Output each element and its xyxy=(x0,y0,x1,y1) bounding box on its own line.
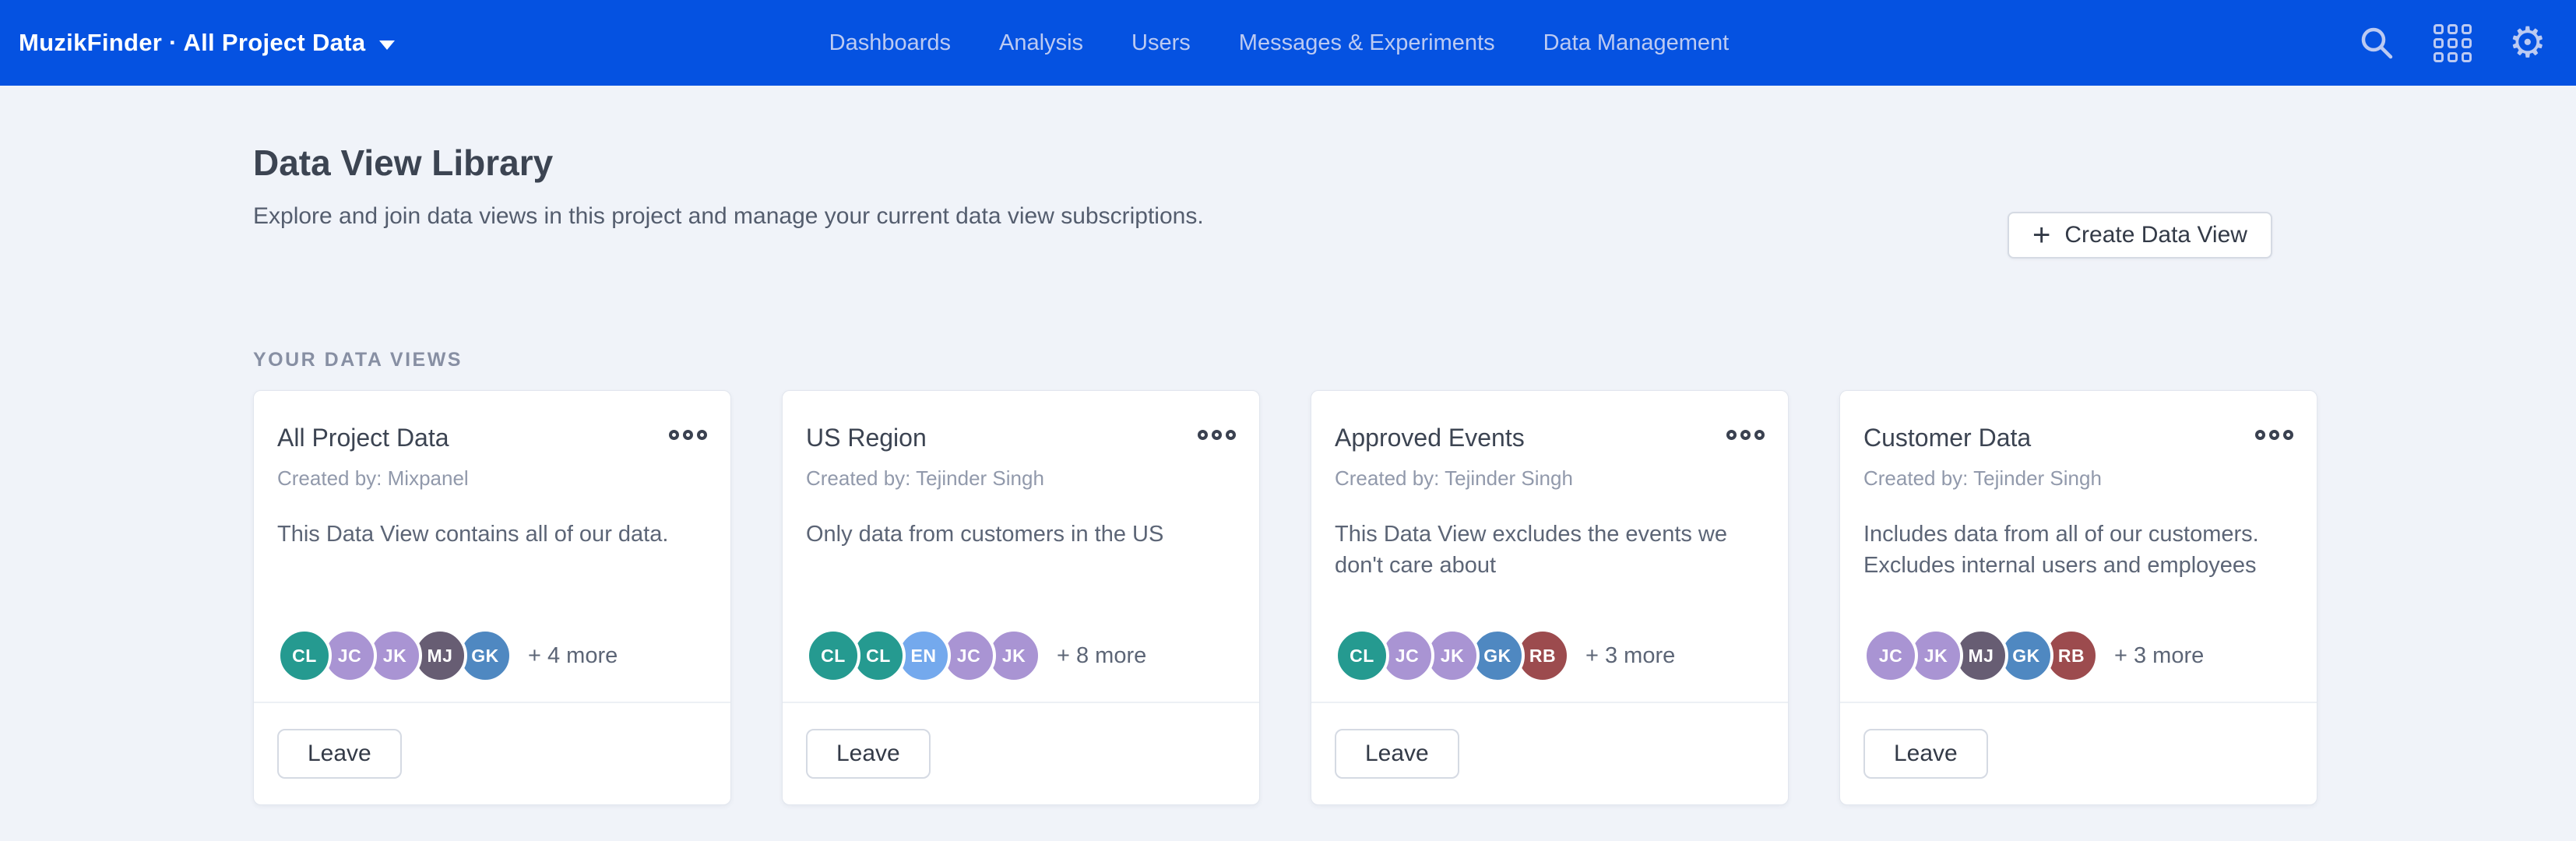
card-body: US Region Created by: Tejinder Singh Onl… xyxy=(783,391,1259,702)
top-nav-bar: MuzikFinder · All Project Data Dashboard… xyxy=(0,0,2576,86)
avatar: CL xyxy=(806,628,860,683)
card-footer: Leave xyxy=(1840,702,2317,804)
created-by-label: Created by: Mixpanel xyxy=(277,466,707,491)
nav-item-data-management[interactable]: Data Management xyxy=(1543,30,1730,56)
card-description: This Data View excludes the events we do… xyxy=(1335,519,1765,581)
card-body: All Project Data Created by: Mixpanel Th… xyxy=(254,391,730,702)
data-view-card: Customer Data Created by: Tejinder Singh… xyxy=(1839,390,2317,805)
data-view-card: All Project Data Created by: Mixpanel Th… xyxy=(253,390,731,805)
avatar: CL xyxy=(277,628,332,683)
card-description: Only data from customers in the US xyxy=(806,519,1236,550)
data-view-card: Approved Events Created by: Tejinder Sin… xyxy=(1311,390,1789,805)
card-title: All Project Data xyxy=(277,424,449,452)
more-members-label: + 8 more xyxy=(1057,643,1146,669)
more-options-icon[interactable] xyxy=(669,430,707,440)
card-title: Approved Events xyxy=(1335,424,1525,452)
nav-item-messages-experiments[interactable]: Messages & Experiments xyxy=(1239,30,1495,56)
more-members-label: + 4 more xyxy=(528,643,618,669)
more-options-icon[interactable] xyxy=(2255,430,2293,440)
leave-button[interactable]: Leave xyxy=(1335,729,1459,779)
card-description: Includes data from all of our customers.… xyxy=(1863,519,2293,581)
leave-button[interactable]: Leave xyxy=(1863,729,1988,779)
more-options-icon[interactable] xyxy=(1726,430,1765,440)
leave-button[interactable]: Leave xyxy=(806,729,931,779)
created-by-label: Created by: Tejinder Singh xyxy=(1863,466,2293,491)
avatar-row: CL CL EN JC JK + 8 more xyxy=(806,628,1146,683)
chevron-down-icon xyxy=(379,40,395,50)
nav-item-dashboards[interactable]: Dashboards xyxy=(829,30,951,56)
avatar-row: CL JC JK GK RB + 3 more xyxy=(1335,628,1675,683)
card-body: Customer Data Created by: Tejinder Singh… xyxy=(1840,391,2317,702)
data-view-card: US Region Created by: Tejinder Singh Onl… xyxy=(782,390,1260,805)
section-label-your-data-views: YOUR DATA VIEWS xyxy=(253,349,2317,371)
nav-item-users[interactable]: Users xyxy=(1131,30,1191,56)
avatar: CL xyxy=(1335,628,1389,683)
create-data-view-label: Create Data View xyxy=(2064,222,2247,248)
main-nav: Dashboards Analysis Users Messages & Exp… xyxy=(829,0,1730,86)
create-data-view-button[interactable]: + Create Data View xyxy=(2008,212,2272,259)
created-by-label: Created by: Tejinder Singh xyxy=(806,466,1236,491)
search-icon[interactable] xyxy=(2357,23,2396,62)
card-footer: Leave xyxy=(254,702,730,804)
card-footer: Leave xyxy=(1311,702,1788,804)
settings-gear-icon[interactable]: ⚙ xyxy=(2509,22,2546,64)
leave-button[interactable]: Leave xyxy=(277,729,402,779)
avatar: JC xyxy=(1863,628,1918,683)
card-title: US Region xyxy=(806,424,927,452)
card-body: Approved Events Created by: Tejinder Sin… xyxy=(1311,391,1788,702)
apps-grid-icon[interactable] xyxy=(2433,24,2472,62)
data-view-cards: All Project Data Created by: Mixpanel Th… xyxy=(253,390,2317,805)
more-members-label: + 3 more xyxy=(1585,643,1675,669)
plus-icon: + xyxy=(2032,221,2050,249)
data-view-library-page: Data View Library Explore and join data … xyxy=(253,86,2317,805)
nav-item-analysis[interactable]: Analysis xyxy=(999,30,1083,56)
card-description: This Data View contains all of our data. xyxy=(277,519,707,550)
created-by-label: Created by: Tejinder Singh xyxy=(1335,466,1765,491)
page-title: Data View Library xyxy=(253,86,2317,184)
topbar-icons: ⚙ xyxy=(2357,22,2546,64)
project-switcher-label: MuzikFinder · All Project Data xyxy=(19,29,365,57)
more-members-label: + 3 more xyxy=(2114,643,2204,669)
more-options-icon[interactable] xyxy=(1198,430,1236,440)
avatar-row: JC JK MJ GK RB + 3 more xyxy=(1863,628,2204,683)
card-footer: Leave xyxy=(783,702,1259,804)
card-title: Customer Data xyxy=(1863,424,2031,452)
project-switcher[interactable]: MuzikFinder · All Project Data xyxy=(19,29,395,57)
avatar-row: CL JC JK MJ GK + 4 more xyxy=(277,628,618,683)
